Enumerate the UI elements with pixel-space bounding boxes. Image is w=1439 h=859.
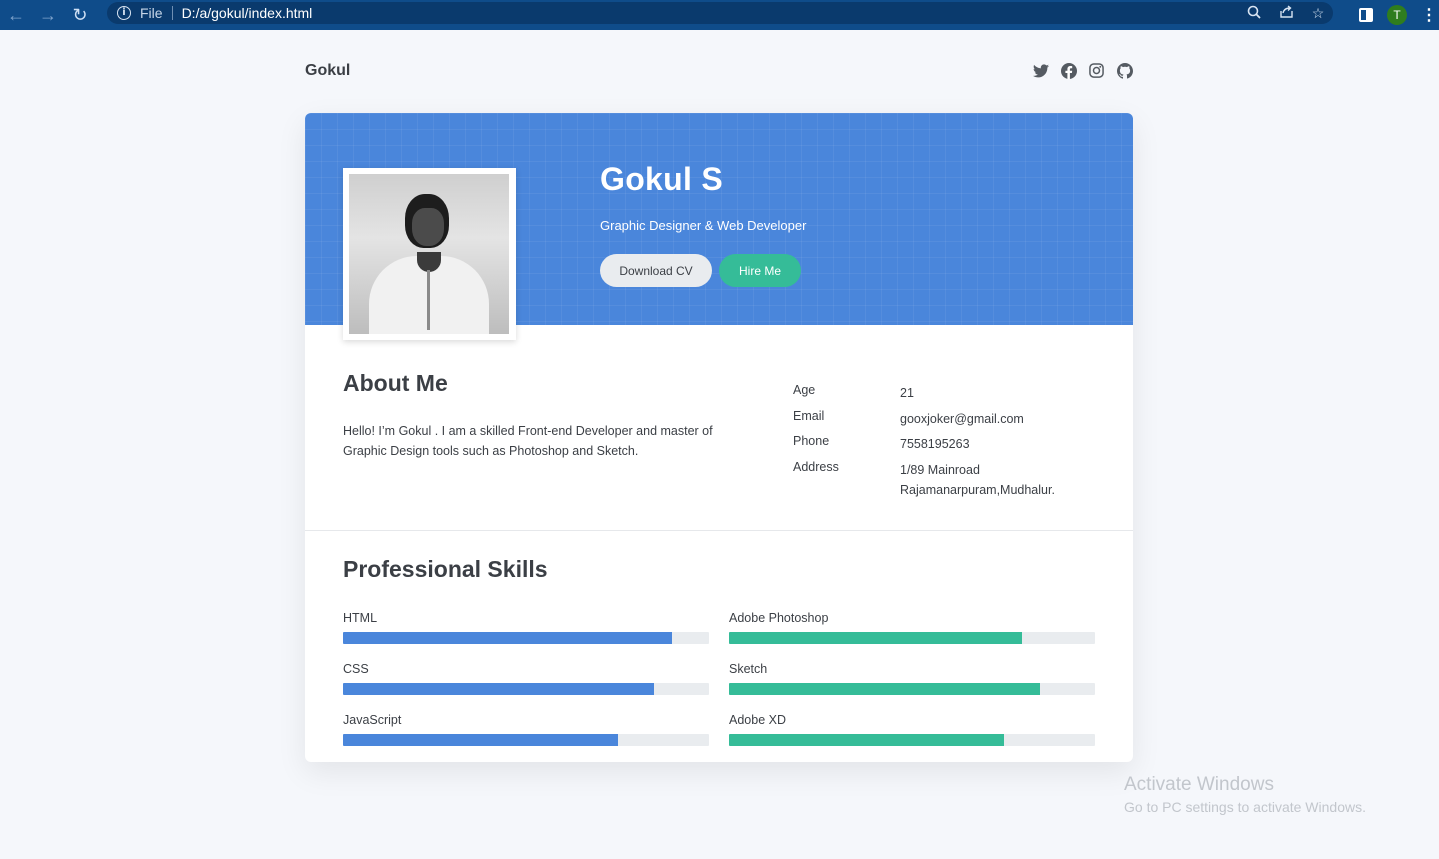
profile-photo-frame xyxy=(343,168,516,340)
info-value: 7558195263 xyxy=(900,437,970,451)
address-bar[interactable]: i File D:/a/gokul/index.html ☆ xyxy=(107,2,1333,24)
profile-avatar[interactable]: T xyxy=(1387,5,1407,25)
skill-javascript: JavaScript xyxy=(343,713,709,746)
profile-name: Gokul S xyxy=(600,161,724,197)
skill-css: CSS xyxy=(343,662,709,695)
info-row-phone: Phone 7558195263 xyxy=(793,434,1090,460)
skills-heading: Professional Skills xyxy=(343,556,548,582)
info-row-age: Age 21 xyxy=(793,383,1090,409)
site-info-icon[interactable]: i xyxy=(117,6,131,20)
skill-bar-track xyxy=(729,683,1095,695)
info-row-address: Address 1/89 Mainroad Rajamanarpuram,Mud… xyxy=(793,460,1090,500)
skill-label: Sketch xyxy=(729,662,768,676)
site-logo-text[interactable]: Gokul xyxy=(305,62,350,80)
skill-sketch: Sketch xyxy=(729,662,1095,695)
resume-card: Gokul S Graphic Designer & Web Developer… xyxy=(305,113,1133,762)
skill-adobe-xd: Adobe XD xyxy=(729,713,1095,746)
github-icon[interactable] xyxy=(1116,62,1133,79)
skill-bar-fill xyxy=(343,683,655,695)
skill-bar-fill xyxy=(729,683,1041,695)
twitter-icon[interactable] xyxy=(1032,62,1049,79)
skill-bar-fill xyxy=(729,734,1004,746)
info-label: Age xyxy=(793,383,816,397)
browser-menu-icon[interactable]: ⋮ xyxy=(1421,5,1437,25)
skill-bar-track xyxy=(729,632,1095,644)
about-heading: About Me xyxy=(343,370,448,396)
skill-bar-fill xyxy=(343,734,618,746)
info-label: Phone xyxy=(793,434,830,448)
hire-me-button[interactable]: Hire Me xyxy=(719,254,801,287)
profile-title: Graphic Designer & Web Developer xyxy=(600,218,807,233)
info-label: Address xyxy=(793,459,839,474)
profile-photo xyxy=(349,174,509,334)
skill-bar-track xyxy=(729,734,1095,746)
skill-bar-track xyxy=(343,734,709,746)
skill-label: CSS xyxy=(343,662,369,676)
skill-html: HTML xyxy=(343,611,709,644)
info-value: 1/89 Mainroad Rajamanarpuram,Mudhalur. xyxy=(900,462,1055,497)
facebook-icon[interactable] xyxy=(1060,62,1077,79)
personal-info-list: Age 21 Email gooxjoker@gmail.com Phone 7… xyxy=(793,383,1090,500)
info-row-email: Email gooxjoker@gmail.com xyxy=(793,409,1090,435)
reload-icon[interactable]: ↻ xyxy=(64,0,96,30)
browser-toolbar: ← → ↻ i File D:/a/gokul/index.html ☆ T ⋮ xyxy=(0,0,1439,30)
skill-label: Adobe Photoshop xyxy=(729,611,829,625)
side-panel-icon[interactable] xyxy=(1359,8,1373,22)
url-text[interactable]: D:/a/gokul/index.html xyxy=(182,5,313,21)
skill-label: Adobe XD xyxy=(729,713,786,727)
info-value: gooxjoker@gmail.com xyxy=(900,411,1024,426)
download-cv-button[interactable]: Download CV xyxy=(600,254,712,287)
address-separator xyxy=(171,6,173,20)
about-text: Hello! I’m Gokul . I am a skilled Front-… xyxy=(343,424,713,458)
forward-arrow-icon[interactable]: → xyxy=(32,0,64,30)
watermark-title: Activate Windows xyxy=(1124,774,1274,795)
skill-bar-fill xyxy=(729,632,1022,644)
info-label: Email xyxy=(793,408,825,423)
skill-bar-track xyxy=(343,632,709,644)
social-links xyxy=(1032,62,1133,79)
watermark-subtitle: Go to PC settings to activate Windows. xyxy=(1124,799,1366,815)
skill-label: HTML xyxy=(343,611,378,625)
section-divider xyxy=(305,530,1133,531)
file-scheme-label: File xyxy=(140,5,163,21)
back-arrow-icon[interactable]: ← xyxy=(0,0,32,30)
skill-label: JavaScript xyxy=(343,713,402,727)
zoom-icon[interactable] xyxy=(1245,5,1263,22)
windows-activation-watermark: Activate Windows Go to PC settings to ac… xyxy=(1124,774,1366,815)
info-value: 21 xyxy=(900,386,914,400)
skill-bar-fill xyxy=(343,632,673,644)
share-icon[interactable] xyxy=(1277,4,1295,22)
instagram-icon[interactable] xyxy=(1088,62,1105,79)
bookmark-star-icon[interactable]: ☆ xyxy=(1309,5,1327,22)
skill-bar-track xyxy=(343,683,709,695)
skill-photoshop: Adobe Photoshop xyxy=(729,611,1095,644)
